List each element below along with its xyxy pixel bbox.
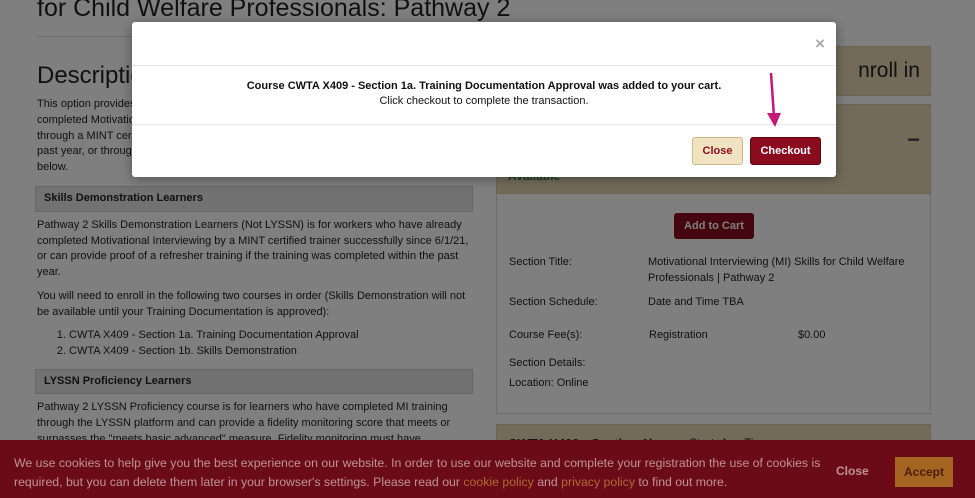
- cookie-message: We use cookies to help give you the best…: [14, 454, 829, 492]
- cookie-text-end: to find out more.: [634, 475, 728, 489]
- checkout-button[interactable]: Checkout: [750, 137, 821, 165]
- modal-message-bold: Course CWTA X409 - Section 1a. Training …: [246, 80, 722, 92]
- cookie-text-and: and: [533, 475, 562, 489]
- modal-message: Course CWTA X409 - Section 1a. Training …: [132, 80, 836, 107]
- cart-modal: × Course CWTA X409 - Section 1a. Trainin…: [132, 22, 836, 177]
- privacy-policy-link[interactable]: privacy policy: [561, 475, 635, 489]
- annotation-arrow-icon: [767, 72, 781, 127]
- modal-close-button[interactable]: Close: [692, 137, 743, 165]
- cookie-close-button[interactable]: Close: [836, 464, 869, 478]
- modal-divider: [132, 124, 836, 125]
- cookie-banner: We use cookies to help give you the best…: [0, 440, 975, 498]
- modal-message-sub: Click checkout to complete the transacti…: [379, 95, 589, 107]
- cookie-accept-button[interactable]: Accept: [895, 457, 953, 487]
- modal-divider: [132, 65, 836, 66]
- cookie-policy-link[interactable]: cookie policy: [463, 475, 533, 489]
- close-icon[interactable]: ×: [815, 34, 825, 54]
